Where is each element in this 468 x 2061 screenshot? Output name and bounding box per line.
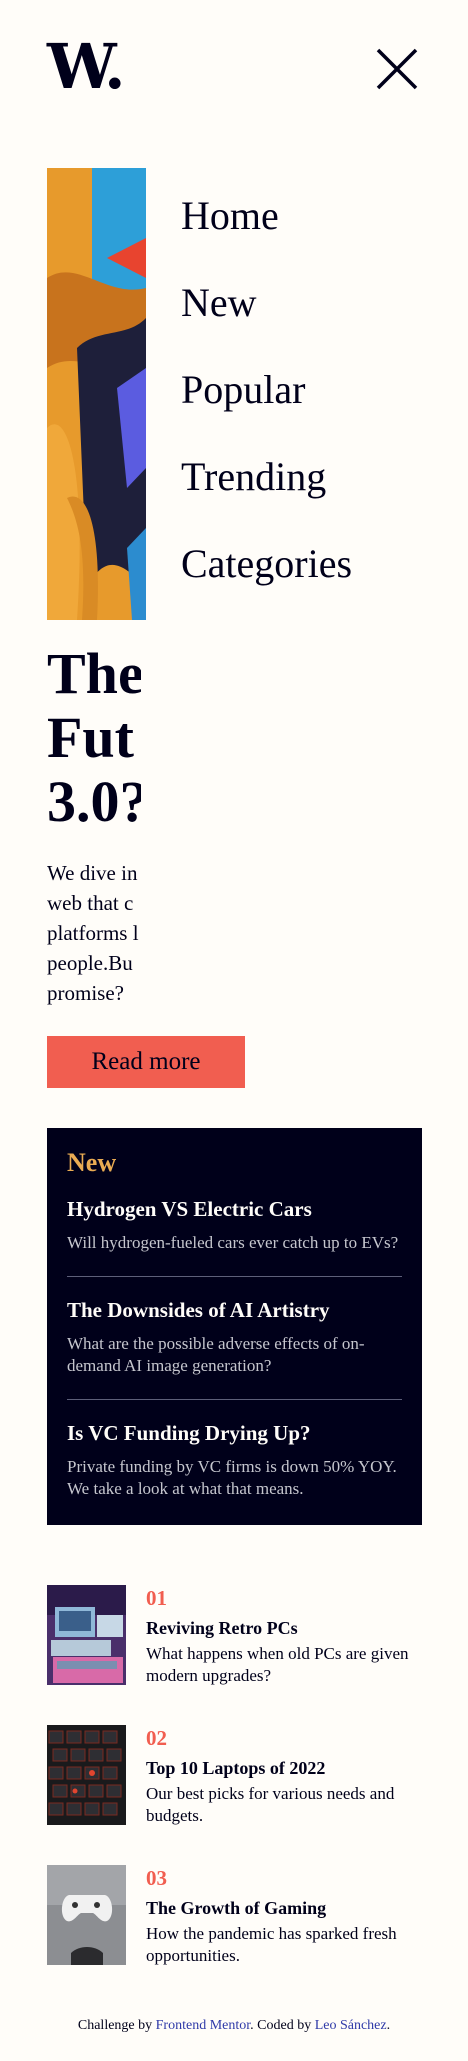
list-item-number: 01 bbox=[146, 1586, 167, 1610]
list-item-text: 03 The Growth of Gaming How the pandemic… bbox=[146, 1865, 431, 1967]
hero-desc-line: people.Bu bbox=[47, 951, 133, 975]
new-article-item[interactable]: Is VC Funding Drying Up? Private funding… bbox=[67, 1400, 402, 1522]
main-nav-menu: Home New Popular Trending Categories bbox=[181, 196, 352, 631]
list-item[interactable]: 03 The Growth of Gaming How the pandemic… bbox=[47, 1865, 427, 1965]
hero-description: We dive in web that c platforms l people… bbox=[47, 858, 141, 1008]
new-article-title[interactable]: Is VC Funding Drying Up? bbox=[67, 1420, 402, 1446]
new-articles-panel: New Hydrogen VS Electric Cars Will hydro… bbox=[47, 1128, 422, 1525]
hero-image bbox=[47, 168, 146, 620]
hero-desc-line: web that c bbox=[47, 891, 134, 915]
list-item-title[interactable]: The Growth of Gaming bbox=[146, 1897, 431, 1919]
attribution-footer: Challenge by Frontend Mentor. Coded by L… bbox=[0, 2018, 468, 2034]
list-item-title[interactable]: Top 10 Laptops of 2022 bbox=[146, 1757, 431, 1779]
author-link[interactable]: Leo Sánchez bbox=[315, 2018, 387, 2033]
list-item[interactable]: 02 Top 10 Laptops of 2022 Our best picks… bbox=[47, 1725, 427, 1825]
list-item-desc: What happens when old PCs are given mode… bbox=[146, 1644, 409, 1685]
list-item-desc: How the pandemic has sparked fresh oppor… bbox=[146, 1924, 397, 1965]
list-item-desc: Our best picks for various needs and bud… bbox=[146, 1784, 395, 1825]
new-section-heading: New bbox=[67, 1148, 117, 1177]
list-item-text: 02 Top 10 Laptops of 2022 Our best picks… bbox=[146, 1725, 431, 1827]
nav-item-trending[interactable]: Trending bbox=[181, 457, 352, 544]
frontend-mentor-link[interactable]: Frontend Mentor bbox=[156, 2018, 251, 2033]
hero-title: The Fut 3.0? bbox=[47, 642, 141, 834]
hero-desc-line: promise? bbox=[47, 981, 124, 1005]
hero-desc-line: platforms l bbox=[47, 921, 139, 945]
site-logo[interactable]: W. bbox=[47, 36, 126, 98]
list-item-number: 02 bbox=[146, 1726, 167, 1750]
nav-item-new[interactable]: New bbox=[181, 283, 352, 370]
hero-desc-line: We dive in bbox=[47, 861, 138, 885]
new-article-desc: Private funding by VC firms is down 50% … bbox=[67, 1457, 397, 1498]
hero-title-line: 3.0? bbox=[47, 769, 141, 834]
game-controller-thumbnail bbox=[47, 1865, 126, 1965]
new-article-title[interactable]: Hydrogen VS Electric Cars bbox=[67, 1196, 402, 1222]
list-item-number: 03 bbox=[146, 1866, 167, 1890]
new-article-item[interactable]: The Downsides of AI Artistry What are th… bbox=[67, 1277, 402, 1400]
footer-text: . Coded by bbox=[250, 2018, 315, 2033]
new-article-title[interactable]: The Downsides of AI Artistry bbox=[67, 1297, 402, 1323]
list-item-title[interactable]: Reviving Retro PCs bbox=[146, 1617, 431, 1639]
nav-item-categories[interactable]: Categories bbox=[181, 544, 352, 631]
close-icon bbox=[376, 48, 418, 90]
read-more-button[interactable]: Read more bbox=[47, 1036, 245, 1088]
laptop-keyboard-thumbnail bbox=[47, 1725, 126, 1825]
retro-pc-thumbnail bbox=[47, 1585, 126, 1685]
list-item-text: 01 Reviving Retro PCs What happens when … bbox=[146, 1585, 431, 1687]
new-article-desc: What are the possible adverse effects of… bbox=[67, 1334, 365, 1375]
list-item[interactable]: 01 Reviving Retro PCs What happens when … bbox=[47, 1585, 427, 1685]
nav-item-home[interactable]: Home bbox=[181, 196, 352, 283]
hero-title-line: The bbox=[47, 641, 141, 706]
new-article-item[interactable]: Hydrogen VS Electric Cars Will hydrogen-… bbox=[67, 1176, 402, 1277]
nav-item-popular[interactable]: Popular bbox=[181, 370, 352, 457]
footer-text: . bbox=[386, 2018, 391, 2033]
hero-title-line: Fut bbox=[47, 705, 134, 770]
new-article-desc: Will hydrogen-fueled cars ever catch up … bbox=[67, 1233, 399, 1252]
close-menu-button[interactable] bbox=[374, 46, 420, 92]
footer-text: Challenge by bbox=[77, 2018, 156, 2033]
